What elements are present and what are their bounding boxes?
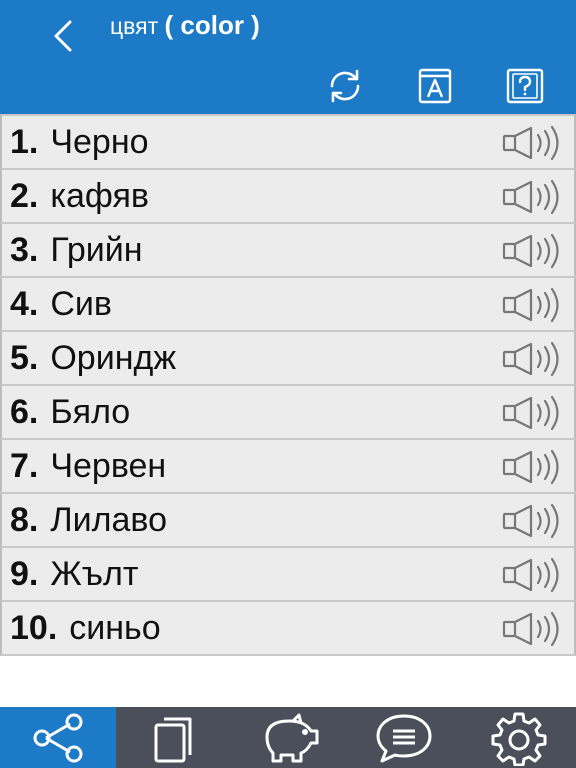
tab-settings[interactable] — [461, 707, 576, 768]
word-number: 8. — [10, 500, 39, 539]
page-title-native: цвят — [110, 13, 159, 39]
speaker-icon[interactable] — [500, 503, 566, 539]
word-label: Грийн — [50, 230, 143, 269]
word-label: Червен — [50, 446, 167, 485]
word-label: Черно — [50, 122, 149, 161]
word-row-text: 4. Сив — [10, 278, 112, 330]
refresh-button[interactable] — [324, 66, 366, 106]
word-row-text: 6. Бяло — [10, 386, 130, 438]
word-row[interactable]: 2. кафяв — [0, 170, 576, 224]
word-row[interactable]: 1. Черно — [0, 114, 576, 170]
word-number: 9. — [10, 554, 39, 593]
word-list: 1. Черно 2. кафяв 3. Грийн 4. Сив 5. Ориндж 6. Бяло… — [0, 114, 576, 656]
page-title: цвят ( color ) — [110, 10, 260, 41]
speaker-icon[interactable] — [500, 125, 566, 161]
word-number: 4. — [10, 284, 39, 323]
word-row[interactable]: 3. Грийн — [0, 224, 576, 278]
word-row-text: 5. Ориндж — [10, 332, 176, 384]
word-row[interactable]: 8. Лилаво — [0, 494, 576, 548]
speaker-icon[interactable] — [500, 395, 566, 431]
word-row-text: 3. Грийн — [10, 224, 143, 276]
back-button[interactable] — [44, 14, 84, 58]
cards-icon — [154, 717, 191, 762]
word-label: синьо — [69, 608, 161, 647]
word-row[interactable]: 9. Жълт — [0, 548, 576, 602]
word-number: 1. — [10, 122, 39, 161]
word-label: Бяло — [50, 392, 131, 431]
word-row[interactable]: 6. Бяло — [0, 386, 576, 440]
word-number: 3. — [10, 230, 39, 269]
word-row[interactable]: 5. Ориндж — [0, 332, 576, 386]
word-row-text: 9. Жълт — [10, 548, 138, 600]
speaker-icon[interactable] — [500, 233, 566, 269]
speaker-icon[interactable] — [500, 611, 566, 647]
word-number: 7. — [10, 446, 39, 485]
speaker-icon[interactable] — [500, 179, 566, 215]
refresh-icon — [330, 69, 360, 103]
tab-cards[interactable] — [116, 707, 231, 768]
dictionary-button[interactable] — [414, 66, 456, 106]
word-row-text: 8. Лилаво — [10, 494, 167, 546]
word-row[interactable]: 7. Червен — [0, 440, 576, 494]
speaker-icon[interactable] — [500, 557, 566, 593]
word-number: 5. — [10, 338, 39, 377]
speaker-icon[interactable] — [500, 449, 566, 485]
chat-icon — [376, 714, 431, 762]
speaker-icon[interactable] — [500, 341, 566, 377]
tab-chat[interactable] — [346, 707, 461, 768]
word-row-text: 2. кафяв — [10, 170, 149, 222]
word-row-text: 1. Черно — [10, 116, 149, 168]
word-number: 10. — [10, 608, 58, 647]
word-row[interactable]: 10. синьо — [0, 602, 576, 656]
piggy-bank-icon — [265, 713, 318, 762]
word-number: 2. — [10, 176, 39, 215]
question-box-icon — [506, 68, 544, 104]
word-label: Ориндж — [50, 338, 177, 377]
tab-share[interactable] — [0, 707, 116, 768]
chevron-left-icon — [54, 20, 72, 52]
word-row[interactable]: 4. Сив — [0, 278, 576, 332]
quiz-button[interactable] — [504, 66, 546, 106]
tab-bar — [0, 707, 576, 768]
share-icon — [33, 713, 83, 762]
word-row-text: 7. Червен — [10, 440, 166, 492]
speaker-icon[interactable] — [500, 287, 566, 323]
page-title-english: ( color ) — [164, 10, 260, 40]
word-label: кафяв — [50, 176, 149, 215]
word-label: Сив — [50, 284, 112, 323]
gear-icon — [491, 712, 546, 766]
word-label: Лилаво — [50, 500, 168, 539]
book-a-icon — [418, 68, 452, 104]
header-bar: цвят ( color ) — [0, 0, 576, 114]
word-number: 6. — [10, 392, 39, 431]
word-row-text: 10. синьо — [10, 602, 161, 654]
word-label: Жълт — [50, 554, 139, 593]
tab-piggy-bank[interactable] — [231, 707, 346, 768]
